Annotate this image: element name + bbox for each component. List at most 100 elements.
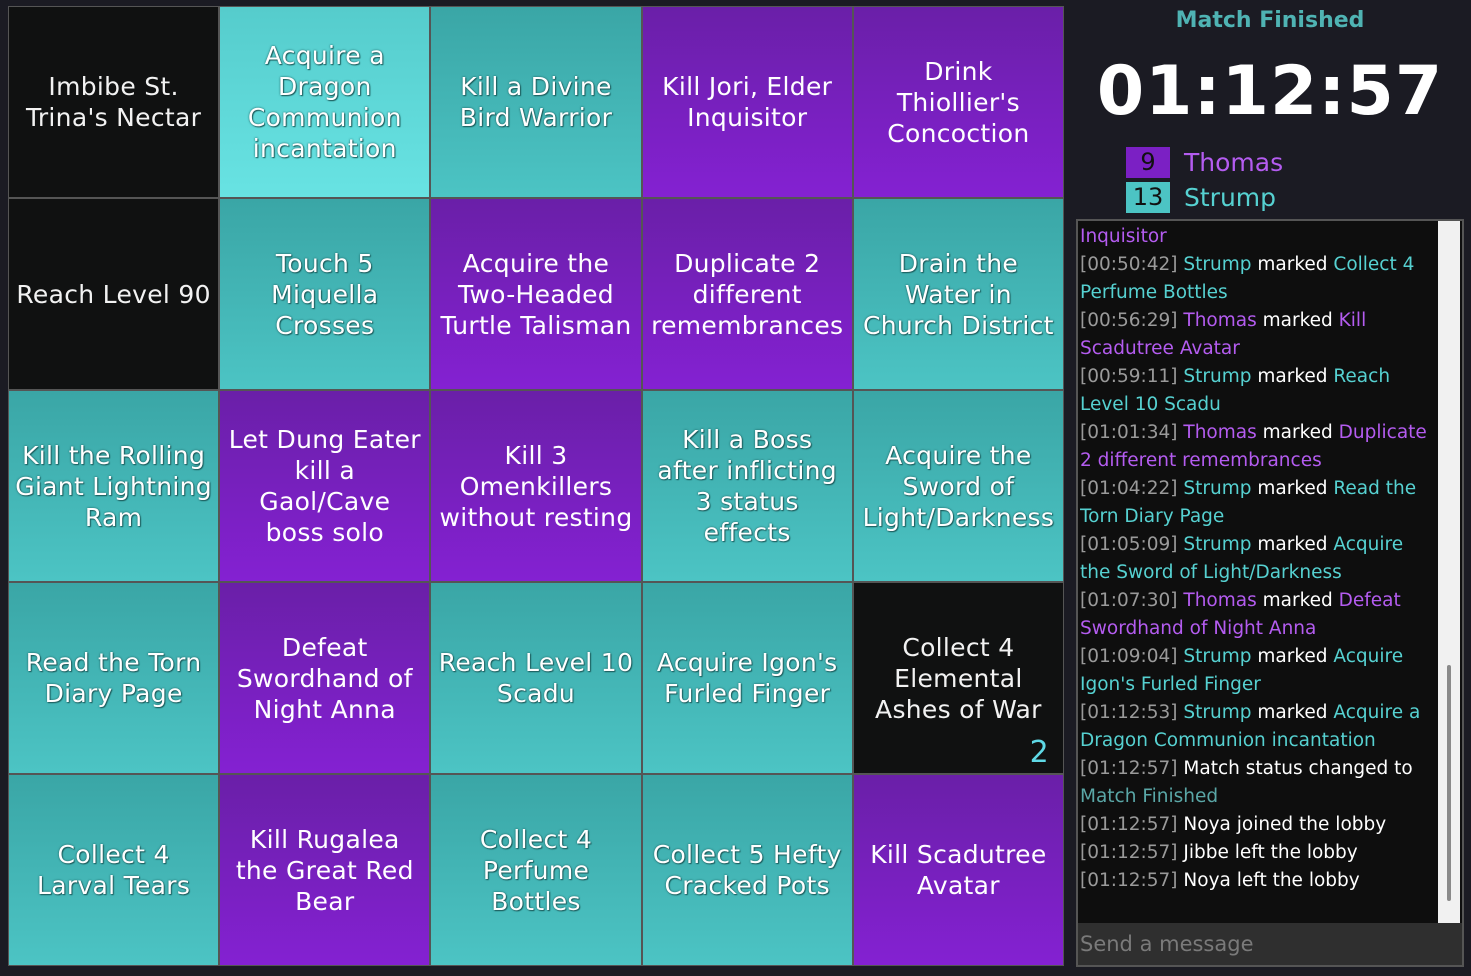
match-status: Match Finished [1175,8,1365,33]
board-cell[interactable]: Collect 4 Perfume Bottles [431,775,641,965]
chat-timestamp: [00:50:42] [1080,254,1184,275]
board-cell-label: Reach Level 10 Scadu [438,648,634,708]
board-cell-label: Kill Jori, Elder Inquisitor [662,72,833,132]
board-cell-label: Reach Level 90 [16,279,211,309]
chat-scrollbar[interactable] [1438,221,1460,923]
board-cell[interactable]: Acquire the Sword of Light/Darkness [853,391,1063,581]
chat-text: marked [1256,422,1339,443]
board-cell-label: Collect 5 Hefty Cracked Pots [652,840,842,900]
chat-timestamp: [01:07:30] [1080,590,1184,611]
board-cell[interactable]: Touch 5 Miquella Crosses [220,199,430,389]
match-timer: 01:12:57 [1096,52,1444,131]
chat-text: marked [1251,366,1334,387]
chat-text: Strump [1183,478,1252,499]
board-cell-label: Collect 4 Elemental Ashes of War [875,632,1042,724]
chat-text: Noya left the lobby [1183,870,1360,891]
board-cell[interactable]: Acquire Igon's Furled Finger [642,583,852,773]
board-cell-label: Imbibe St. Trina's Nectar [25,72,202,132]
board-cell[interactable]: Reach Level 90 [9,199,219,389]
chat-text: marked [1251,646,1334,667]
board-cell-label: Defeat Swordhand of Night Anna [236,632,413,724]
chat-text: Strump [1183,254,1252,275]
chat-log: Inquisitor [00:50:42] Strump marked Colle… [1080,223,1434,921]
sidebar: Match Finished 01:12:57 9 Thomas 13 Stru… [1076,0,1464,976]
board-cell[interactable]: Defeat Swordhand of Night Anna [220,583,430,773]
board-cell-label: Acquire Igon's Furled Finger [656,648,838,708]
chat-text: Strump [1183,646,1252,667]
chat-message: [01:12:57] Jibbe left the lobby [1080,839,1434,867]
chat-message: [01:12:57] Noya left the lobby [1080,867,1434,895]
chat-panel: Inquisitor [00:50:42] Strump marked Colle… [1076,219,1464,967]
board-cell[interactable]: Collect 5 Hefty Cracked Pots [642,775,852,965]
chat-text: marked [1251,702,1334,723]
player-row-thomas: 9 Thomas [1126,145,1283,179]
chat-message: [01:01:34] Thomas marked Duplicate 2 dif… [1080,419,1434,475]
chat-scrollbar-thumb[interactable] [1447,665,1451,901]
chat-text: marked [1251,254,1334,275]
chat-message: [01:04:22] Strump marked Read the Torn D… [1080,475,1434,531]
chat-text: Match Finished [1080,786,1219,807]
board-cell-label: Kill Scadutree Avatar [870,840,1047,900]
chat-timestamp: [00:56:29] [1080,310,1184,331]
chat-text: marked [1251,534,1334,555]
chat-text: Match status changed to [1183,758,1413,779]
board-cell-label: Drink Thiollier's Concoction [887,56,1030,148]
board-cell[interactable]: Kill the Rolling Giant Lightning Ram [9,391,219,581]
chat-text: marked [1251,478,1334,499]
board-cell[interactable]: Collect 4 Larval Tears [9,775,219,965]
board-cell[interactable]: Kill Scadutree Avatar [853,775,1063,965]
board-cell[interactable]: Kill a Divine Bird Warrior [431,7,641,197]
chat-message: Inquisitor [1080,223,1434,251]
board-cell[interactable]: Read the Torn Diary Page [9,583,219,773]
board-cell[interactable]: Imbibe St. Trina's Nectar [9,7,219,197]
board-cell-label: Kill a Boss after inflicting 3 status ef… [657,425,837,547]
chat-timestamp: [01:09:04] [1080,646,1184,667]
chat-text: Thomas [1183,590,1257,611]
chat-message: [00:56:29] Thomas marked Kill Scadutree … [1080,307,1434,363]
chat-timestamp: [01:05:09] [1080,534,1184,555]
chat-text: Strump [1183,534,1252,555]
chat-text: Thomas [1183,310,1257,331]
chat-timestamp: [01:12:53] [1080,702,1184,723]
board-cell-counter: 2 [1029,735,1049,770]
chat-text: marked [1256,310,1339,331]
board-cell[interactable]: Kill Rugalea the Great Red Bear [220,775,430,965]
chat-message: [01:09:04] Strump marked Acquire Igon's … [1080,643,1434,699]
board-cell-label: Kill Rugalea the Great Red Bear [235,824,414,916]
chat-text: Noya joined the lobby [1183,814,1387,835]
board-cell[interactable]: Acquire the Two-Headed Turtle Talisman [431,199,641,389]
board-cell-label: Kill 3 Omenkillers without resting [439,440,633,532]
chat-timestamp: [01:12:57] [1080,842,1184,863]
board-cell-label: Touch 5 Miquella Crosses [271,248,379,340]
chat-text: Strump [1183,702,1252,723]
player-score: 13 [1126,181,1170,213]
board-cell[interactable]: Drink Thiollier's Concoction [853,7,1063,197]
board-cell[interactable]: Kill 3 Omenkillers without resting [431,391,641,581]
board-cell[interactable]: Duplicate 2 different remembrances [642,199,852,389]
chat-timestamp: [01:04:22] [1080,478,1184,499]
chat-text: Strump [1183,366,1252,387]
player-name: Thomas [1184,147,1284,177]
board-cell-label: Kill a Divine Bird Warrior [459,72,613,132]
chat-timestamp: [01:12:57] [1080,870,1184,891]
board-cell[interactable]: Acquire a Dragon Communion incantation [220,7,430,197]
board-cell-label: Kill the Rolling Giant Lightning Ram [15,440,212,532]
chat-message: [01:12:57] Noya joined the lobby [1080,811,1434,839]
chat-message: [00:59:11] Strump marked Reach Level 10 … [1080,363,1434,419]
bingo-board: Imbibe St. Trina's Nectar Acquire a Drago… [8,6,1064,966]
board-cell-label: Collect 4 Larval Tears [37,840,191,900]
board-cell[interactable]: Let Dung Eater kill a Gaol/Cave boss sol… [220,391,430,581]
chat-message-input[interactable] [1078,923,1462,965]
board-cell[interactable]: Collect 4 Elemental Ashes of War 2 [853,583,1063,773]
chat-message: [01:05:09] Strump marked Acquire the Swo… [1080,531,1434,587]
player-score: 9 [1126,146,1170,178]
board-cell[interactable]: Reach Level 10 Scadu [431,583,641,773]
board-cell[interactable]: Kill a Boss after inflicting 3 status ef… [642,391,852,581]
player-row-strump: 13 Strump [1126,180,1283,214]
player-list: 9 Thomas 13 Strump [1126,145,1283,215]
board-cell[interactable]: Drain the Water in Church District [853,199,1063,389]
chat-text: Jibbe left the lobby [1183,842,1358,863]
board-cell[interactable]: Kill Jori, Elder Inquisitor [642,7,852,197]
chat-message: [00:50:42] Strump marked Collect 4 Perfu… [1080,251,1434,307]
board-cell-label: Duplicate 2 different remembrances [651,248,844,340]
